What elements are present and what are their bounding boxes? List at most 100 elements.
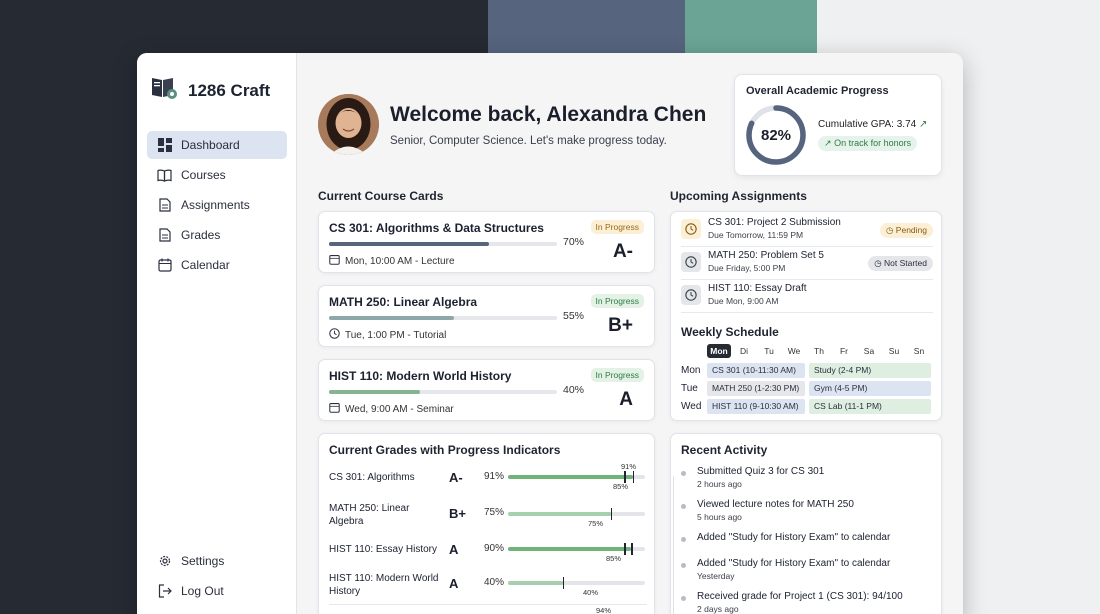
grade-percent: 91% bbox=[484, 471, 505, 482]
course-name: MATH 250: Linear Algebra bbox=[329, 295, 478, 309]
sidebar-item-grades[interactable]: Grades bbox=[147, 221, 287, 249]
clock-icon: ◷ bbox=[886, 225, 894, 235]
day-tab-mon[interactable]: Mon bbox=[707, 344, 731, 358]
course-progress-fill bbox=[329, 242, 489, 246]
assignment-due: Due Mon, 9:00 AM bbox=[708, 296, 779, 306]
activity-text: Submitted Quiz 3 for CS 301 bbox=[697, 466, 825, 477]
sidebar-item-logout[interactable]: Log Out bbox=[147, 577, 287, 605]
status-label: Not Started bbox=[884, 258, 927, 268]
schedule-block[interactable]: CS 301 (10-11:30 AM) bbox=[707, 363, 805, 378]
assignment-item[interactable]: MATH 250: Problem Set 5 Due Friday, 5:00… bbox=[681, 248, 933, 280]
course-grade: B+ bbox=[608, 315, 633, 336]
assignment-due: Due Friday, 5:00 PM bbox=[708, 263, 786, 273]
day-tab-sn[interactable]: Sn bbox=[907, 344, 931, 358]
schedule-block[interactable]: CS Lab (11-1 PM) bbox=[809, 399, 931, 414]
book-gear-logo-icon bbox=[150, 75, 180, 106]
sidebar-nav: Dashboard Courses Assignments Grades Cal… bbox=[147, 131, 287, 281]
grade-letter: B+ bbox=[449, 506, 466, 521]
app-window: 1286 Craft Dashboard Courses Assignments bbox=[137, 53, 963, 614]
day-tab-tu[interactable]: Tu bbox=[757, 344, 781, 358]
schedule-block[interactable]: MATH 250 (1-2:30 PM) bbox=[707, 381, 805, 396]
sidebar-item-label: Assignments bbox=[181, 198, 250, 212]
page-subtitle: Senior, Computer Science. Let's make pro… bbox=[390, 135, 667, 147]
course-meta-label: Mon, 10:00 AM - Lecture bbox=[345, 255, 455, 267]
sidebar: 1286 Craft Dashboard Courses Assignments bbox=[137, 53, 297, 614]
grade-extra-label: 94% bbox=[596, 606, 612, 614]
brand-title: 1286 Craft bbox=[188, 80, 271, 100]
grade-letter: A bbox=[449, 576, 459, 591]
sidebar-item-label: Settings bbox=[181, 554, 225, 568]
overall-progress-card[interactable]: Overall Academic Progress 82% Cumulative… bbox=[734, 74, 942, 176]
course-cards-title: Current Course Cards bbox=[318, 189, 444, 203]
gpa-text: Cumulative GPA: 3.74 ↗ bbox=[818, 119, 927, 130]
book-icon bbox=[157, 168, 172, 183]
status-badge: ◷ Not Started bbox=[868, 256, 933, 271]
activity-text: Added "Study for History Exam" to calend… bbox=[697, 532, 891, 543]
grade-bottom-label: 85% bbox=[613, 482, 629, 491]
course-meta: Wed, 9:00 AM - Seminar bbox=[329, 402, 454, 416]
day-tab-su[interactable]: Su bbox=[882, 344, 906, 358]
schedule-block[interactable]: Gym (4-5 PM) bbox=[809, 381, 931, 396]
day-tab-sa[interactable]: Sa bbox=[857, 344, 881, 358]
course-percent: 55% bbox=[563, 310, 585, 322]
sidebar-item-label: Grades bbox=[181, 228, 221, 242]
course-card-math250[interactable]: MATH 250: Linear Algebra 55% Tue, 1:00 P… bbox=[318, 285, 655, 347]
grades-title: Current Grades with Progress Indicators bbox=[329, 443, 561, 457]
divider bbox=[329, 604, 647, 605]
course-progress-bar bbox=[329, 390, 557, 394]
course-meta: Tue, 1:00 PM - Tutorial bbox=[329, 328, 446, 342]
day-tab-di[interactable]: Di bbox=[732, 344, 756, 358]
grade-target-marker bbox=[562, 577, 565, 589]
activity-time: 5 hours ago bbox=[697, 512, 742, 522]
grade-course-name: HIST 110: Essay History bbox=[329, 544, 437, 555]
grade-bottom-label: 75% bbox=[588, 519, 604, 528]
schedule-block[interactable]: HIST 110 (9-10:30 AM) bbox=[707, 399, 805, 414]
assignment-title: CS 301: Project 2 Submission bbox=[708, 217, 841, 228]
status-badge: In Progress bbox=[590, 220, 644, 234]
sidebar-item-assignments[interactable]: Assignments bbox=[147, 191, 287, 219]
grade-target-marker bbox=[624, 543, 626, 555]
grade-course-name: MATH 250: Linear Algebra bbox=[329, 503, 410, 527]
clock-icon bbox=[681, 219, 701, 239]
sidebar-item-calendar[interactable]: Calendar bbox=[147, 251, 287, 279]
avatar[interactable] bbox=[318, 94, 379, 155]
recent-activity-title: Recent Activity bbox=[681, 443, 768, 457]
course-progress-fill bbox=[329, 316, 455, 320]
progress-ring: 82% bbox=[743, 102, 809, 173]
course-percent: 70% bbox=[563, 236, 585, 248]
clock-icon bbox=[681, 252, 701, 272]
assignment-item[interactable]: CS 301: Project 2 Submission Due Tomorro… bbox=[681, 215, 933, 247]
course-progress-bar bbox=[329, 316, 557, 320]
sidebar-item-dashboard[interactable]: Dashboard bbox=[147, 131, 287, 159]
course-card-cs301[interactable]: CS 301: Algorithms & Data Structures 70%… bbox=[318, 211, 655, 273]
course-progress-fill bbox=[329, 390, 421, 394]
timeline-dot bbox=[681, 471, 686, 476]
sidebar-item-courses[interactable]: Courses bbox=[147, 161, 287, 189]
weekly-schedule-title: Weekly Schedule bbox=[681, 325, 779, 339]
timeline-dot bbox=[681, 504, 686, 509]
timeline-line bbox=[673, 476, 674, 614]
grade-progress-bar bbox=[508, 471, 645, 483]
recent-activity-card: Recent Activity Submitted Quiz 3 for CS … bbox=[670, 433, 942, 614]
trend-icon: ↗ bbox=[824, 138, 832, 148]
brand[interactable]: 1286 Craft bbox=[150, 75, 270, 106]
course-meta-label: Tue, 1:00 PM - Tutorial bbox=[345, 329, 447, 341]
schedule-block[interactable]: Study (2-4 PM) bbox=[809, 363, 931, 378]
sidebar-item-settings[interactable]: Settings bbox=[147, 547, 287, 575]
course-grade: A bbox=[619, 389, 633, 410]
clock-icon bbox=[329, 328, 340, 342]
honors-badge-label: On track for honors bbox=[834, 138, 912, 148]
activity-time: 2 hours ago bbox=[697, 479, 742, 489]
status-badge: ◷ Pending bbox=[880, 223, 933, 238]
day-tab-th[interactable]: Th bbox=[807, 344, 831, 358]
assignment-item[interactable]: HIST 110: Essay Draft Due Mon, 9:00 AM bbox=[681, 281, 933, 313]
overall-progress-title: Overall Academic Progress bbox=[746, 85, 889, 97]
timeline-dot bbox=[681, 596, 686, 601]
document-icon bbox=[157, 198, 172, 213]
day-tab-we[interactable]: We bbox=[782, 344, 806, 358]
day-tab-fr[interactable]: Fr bbox=[832, 344, 856, 358]
assignment-title: MATH 250: Problem Set 5 bbox=[708, 250, 824, 261]
course-card-hist110[interactable]: HIST 110: Modern World History 40% Wed, … bbox=[318, 359, 655, 421]
grade-letter: A bbox=[449, 542, 459, 557]
clock-icon bbox=[681, 285, 701, 305]
